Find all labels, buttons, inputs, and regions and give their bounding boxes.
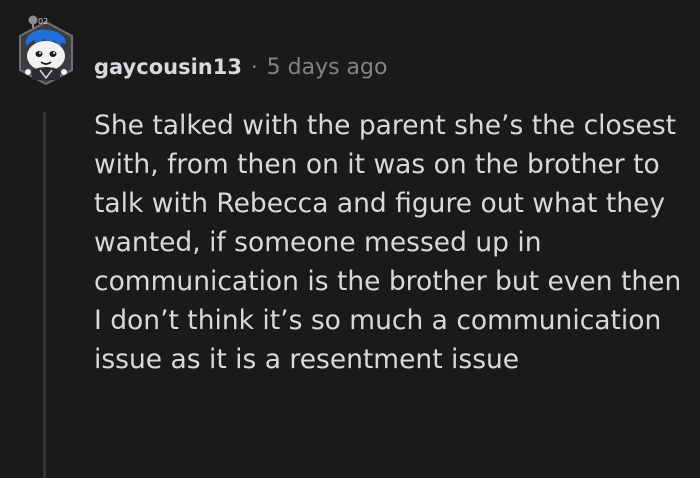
meta-separator: · (250, 55, 258, 79)
comment: 02 gaycousin13 · 5 days ago She talked w… (0, 0, 700, 478)
svg-text:02: 02 (38, 17, 48, 26)
comment-timestamp[interactable]: 5 days ago (267, 55, 388, 80)
snoo-avatar-icon[interactable]: 02 (14, 14, 78, 90)
comment-meta: gaycousin13 · 5 days ago (94, 52, 387, 82)
username-link[interactable]: gaycousin13 (94, 55, 242, 79)
thread-collapse-line[interactable] (43, 112, 46, 478)
comment-body: She talked with the parent she’s the clo… (94, 110, 682, 375)
